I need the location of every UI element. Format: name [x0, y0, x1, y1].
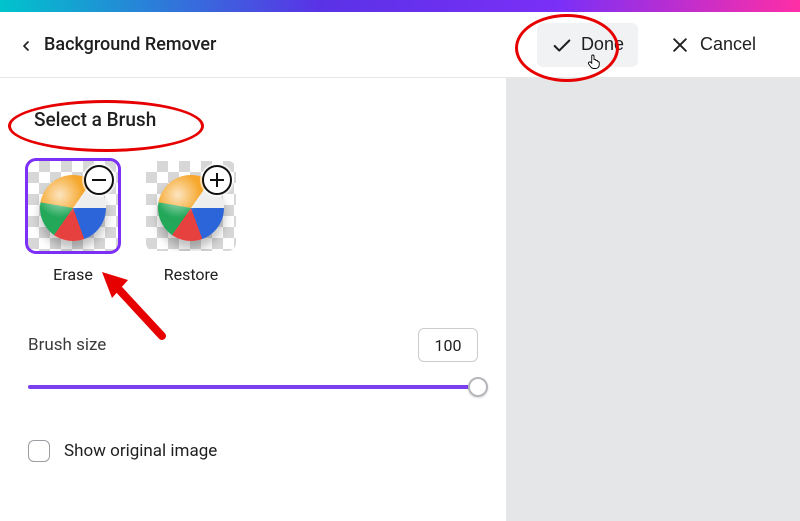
- section-title-wrap: Select a Brush: [28, 106, 162, 133]
- brush-label: Restore: [164, 265, 219, 284]
- brush-options: Erase Restore: [28, 161, 478, 284]
- brush-panel: Select a Brush Erase: [0, 78, 506, 521]
- brush-option-restore[interactable]: Restore: [146, 161, 236, 284]
- brush-swatch-erase: [28, 161, 118, 251]
- back-button[interactable]: Background Remover: [0, 34, 216, 55]
- brush-size-slider[interactable]: [28, 376, 478, 398]
- checkbox-icon: [28, 440, 50, 462]
- slider-track: [28, 385, 478, 389]
- app-accent-bar: [0, 0, 800, 12]
- brush-size-value: 100: [435, 336, 462, 355]
- section-title: Select a Brush: [34, 108, 156, 131]
- brush-option-erase[interactable]: Erase: [28, 161, 118, 284]
- cancel-label: Cancel: [700, 34, 756, 55]
- slider-thumb[interactable]: [468, 377, 488, 397]
- minus-badge-icon: [84, 165, 114, 195]
- done-button[interactable]: Done: [537, 23, 638, 67]
- done-label: Done: [581, 34, 624, 55]
- chevron-left-icon: [18, 38, 32, 52]
- canvas-area[interactable]: [506, 78, 800, 521]
- brush-label: Erase: [53, 265, 93, 284]
- header: Background Remover Done Cancel: [0, 12, 800, 78]
- brush-size-input[interactable]: 100: [418, 328, 478, 362]
- check-icon: [551, 35, 571, 55]
- show-original-label: Show original image: [64, 441, 217, 461]
- cancel-button[interactable]: Cancel: [656, 23, 770, 67]
- brush-size-row: Brush size 100: [28, 328, 478, 362]
- brush-size-label: Brush size: [28, 335, 106, 355]
- show-original-toggle[interactable]: Show original image: [28, 440, 478, 462]
- page-title: Background Remover: [44, 34, 216, 55]
- close-icon: [670, 35, 690, 55]
- plus-badge-icon: [202, 165, 232, 195]
- brush-swatch-restore: [146, 161, 236, 251]
